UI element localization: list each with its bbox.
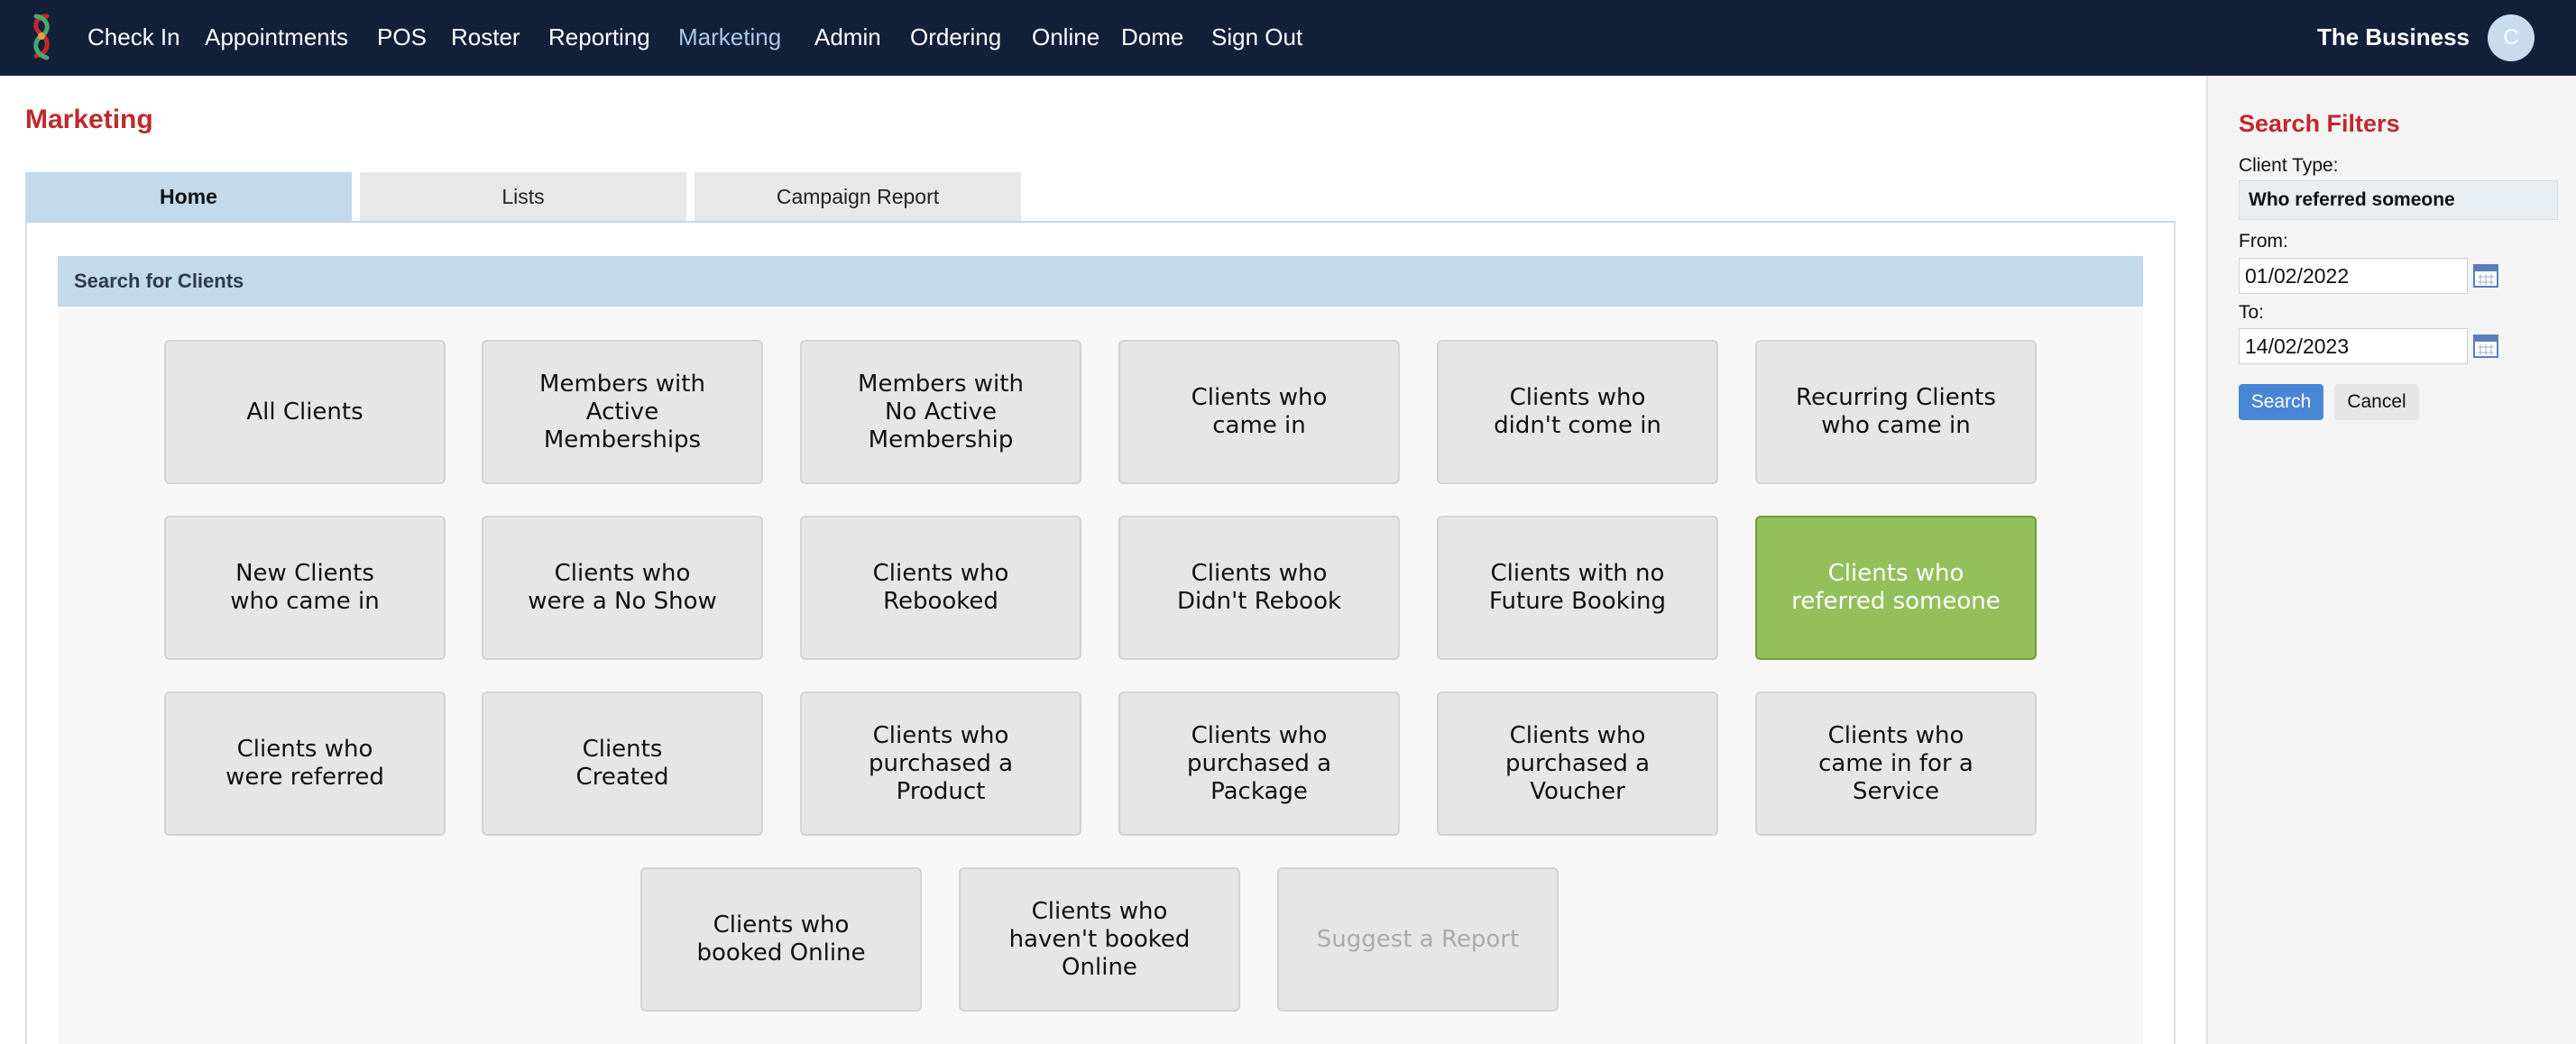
tile-clients-created[interactable]: Clients Created xyxy=(482,691,763,836)
nav-online[interactable]: Online xyxy=(1032,20,1099,54)
nav-check-in[interactable]: Check In xyxy=(87,20,180,54)
to-calendar-icon[interactable] xyxy=(2473,334,2498,358)
search-button[interactable]: Search xyxy=(2239,384,2323,420)
tile-purchased-package[interactable]: Clients who purchased a Package xyxy=(1118,691,1400,836)
nav-ordering[interactable]: Ordering xyxy=(910,20,1001,54)
tile-no-future-booking[interactable]: Clients with no Future Booking xyxy=(1437,516,1718,660)
tile-members-no-active[interactable]: Members with No Active Membership xyxy=(800,340,1081,484)
tile-came-in-for-service[interactable]: Clients who came in for a Service xyxy=(1755,691,2037,836)
tile-no-show[interactable]: Clients who were a No Show xyxy=(482,516,763,660)
section-header: Search for Clients xyxy=(58,256,2143,307)
tile-clients-came-in[interactable]: Clients who came in xyxy=(1118,340,1400,484)
tile-booked-online[interactable]: Clients who booked Online xyxy=(640,867,922,1012)
tile-referred-someone[interactable]: Clients who referred someone xyxy=(1755,516,2037,660)
top-nav-bar: Check In Appointments POS Roster Reporti… xyxy=(0,0,2576,76)
business-name[interactable]: The Business xyxy=(2317,20,2470,54)
tile-suggest-report: Suggest a Report xyxy=(1277,867,1559,1012)
nav-roster[interactable]: Roster xyxy=(451,20,520,54)
tile-were-referred[interactable]: Clients who were referred xyxy=(164,691,446,836)
search-filters-sidebar xyxy=(2206,76,2576,1044)
tile-purchased-voucher[interactable]: Clients who purchased a Voucher xyxy=(1437,691,1718,836)
nav-pos[interactable]: POS xyxy=(377,20,427,54)
nav-appointments[interactable]: Appointments xyxy=(205,20,348,54)
client-type-select[interactable]: Who referred someone xyxy=(2239,180,2558,220)
to-label: To: xyxy=(2239,302,2265,323)
tab-campaign-report[interactable]: Campaign Report xyxy=(695,172,1021,221)
filters-title: Search Filters xyxy=(2239,110,2400,137)
from-date-input[interactable] xyxy=(2239,258,2468,294)
tab-home[interactable]: Home xyxy=(25,172,352,221)
client-search-grid: All Clients Members with Active Membersh… xyxy=(58,307,2143,1044)
page-title: Marketing xyxy=(25,105,153,134)
tab-lists[interactable]: Lists xyxy=(360,172,686,221)
nav-reporting[interactable]: Reporting xyxy=(548,20,650,54)
tile-didnt-rebook[interactable]: Clients who Didn't Rebook xyxy=(1118,516,1400,660)
tile-members-active[interactable]: Members with Active Memberships xyxy=(482,340,763,484)
tile-purchased-product[interactable]: Clients who purchased a Product xyxy=(800,691,1081,836)
client-type-label: Client Type: xyxy=(2239,155,2339,176)
nav-dome[interactable]: Dome xyxy=(1121,20,1183,54)
from-calendar-icon[interactable] xyxy=(2473,264,2498,288)
tile-new-clients[interactable]: New Clients who came in xyxy=(164,516,446,660)
user-avatar[interactable]: C xyxy=(2488,14,2535,61)
tile-rebooked[interactable]: Clients who Rebooked xyxy=(800,516,1081,660)
cancel-button[interactable]: Cancel xyxy=(2334,384,2419,420)
nav-marketing[interactable]: Marketing xyxy=(678,20,781,54)
from-label: From: xyxy=(2239,231,2288,252)
app-logo-icon[interactable] xyxy=(20,11,63,63)
tile-recurring-clients[interactable]: Recurring Clients who came in xyxy=(1755,340,2037,484)
nav-sign-out[interactable]: Sign Out xyxy=(1211,20,1302,54)
tile-all-clients[interactable]: All Clients xyxy=(164,340,446,484)
section-header-title: Search for Clients xyxy=(74,270,244,292)
to-date-input[interactable] xyxy=(2239,328,2468,364)
tile-clients-didnt-come-in[interactable]: Clients who didn't come in xyxy=(1437,340,1718,484)
nav-admin[interactable]: Admin xyxy=(814,20,881,54)
tile-havent-booked-online[interactable]: Clients who haven't booked Online xyxy=(959,867,1240,1012)
